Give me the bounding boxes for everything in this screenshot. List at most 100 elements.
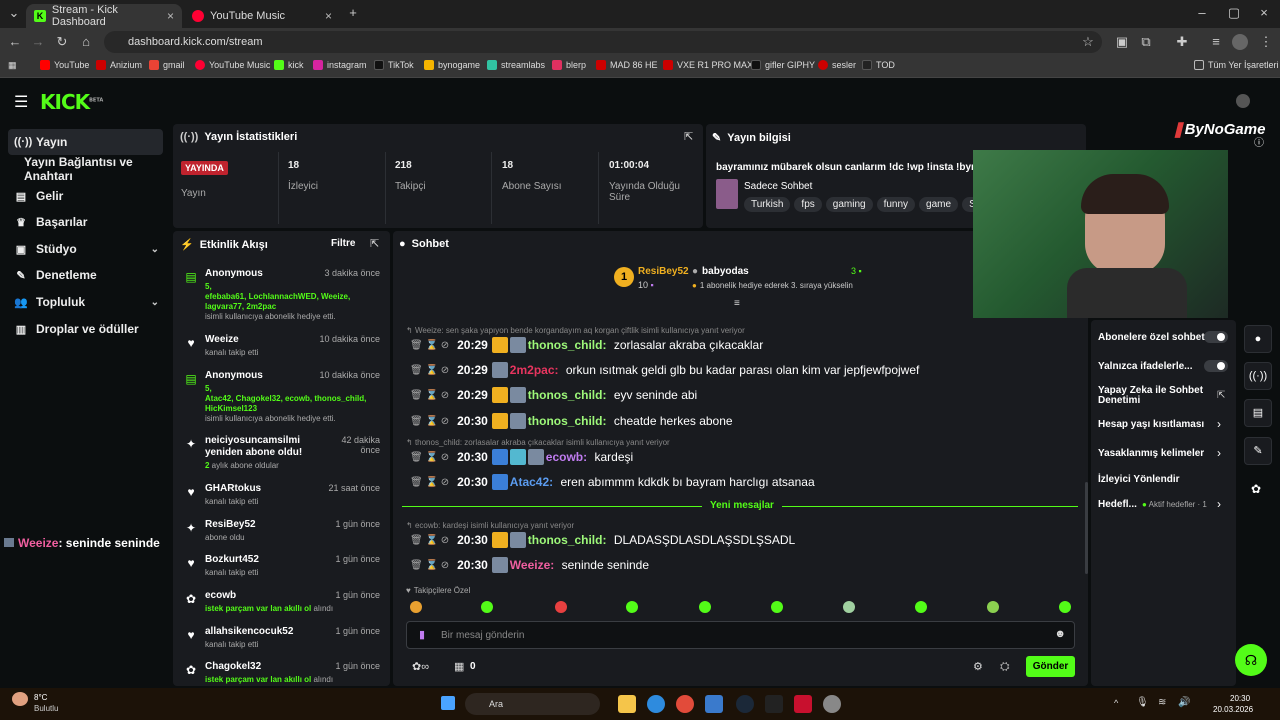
- clock-time[interactable]: 20:30: [1230, 694, 1250, 703]
- sidebar-item-topluluk[interactable]: 👥 Topluluk ⌄: [8, 289, 163, 315]
- bookmark-tiktok[interactable]: TikTok: [374, 60, 414, 70]
- bookmark-giphy[interactable]: gifler GIPHY: [751, 60, 815, 70]
- gift-user[interactable]: ● babyodas: [692, 266, 749, 277]
- emote-icon[interactable]: [555, 601, 567, 613]
- emote-icon[interactable]: [771, 601, 783, 613]
- hamburger-menu-icon[interactable]: ☰: [14, 92, 28, 112]
- sidebar-item-studyo[interactable]: ▣ Stüdyo ⌄: [8, 236, 163, 262]
- new-tab-icon[interactable]: +: [345, 5, 361, 21]
- close-tab-icon[interactable]: ×: [325, 9, 332, 23]
- app-icon[interactable]: [794, 695, 812, 713]
- tab-kick-dashboard[interactable]: K Stream - Kick Dashboard ×: [26, 4, 182, 28]
- url-input[interactable]: dashboard.kick.com/stream: [104, 31, 1102, 53]
- bookmark-sesler[interactable]: sesler: [818, 60, 856, 70]
- edge-icon[interactable]: [647, 695, 665, 713]
- sidebar-item-yayin[interactable]: ((·)) Yayın: [8, 129, 163, 155]
- bookmark-vxe[interactable]: VXE R1 PRO MAX: [663, 60, 753, 70]
- emoji-icon[interactable]: ☻: [1054, 628, 1066, 640]
- emote-icon[interactable]: [1059, 601, 1071, 613]
- bookmark-tod[interactable]: TOD: [862, 60, 895, 70]
- media-icon[interactable]: ≡: [1208, 34, 1224, 50]
- bookmark-youtube-music[interactable]: YouTube Music: [195, 60, 270, 70]
- taskbar-search[interactable]: Ara: [465, 693, 600, 715]
- popout-icon[interactable]: ⇱: [684, 130, 693, 143]
- profile-avatar[interactable]: [1232, 34, 1248, 50]
- goals-setting[interactable]: Hedefl...: [1098, 499, 1137, 510]
- filter-button[interactable]: Filtre: [331, 238, 355, 249]
- sidebar-item-gelir[interactable]: ▤ Gelir: [8, 183, 163, 209]
- steam-icon[interactable]: [736, 695, 754, 713]
- tray-chevron-icon[interactable]: ^: [1114, 698, 1118, 708]
- emote-icon[interactable]: [843, 601, 855, 613]
- subscriber-only-toggle[interactable]: [1204, 331, 1228, 343]
- weather-temp[interactable]: 8°C: [34, 693, 47, 702]
- emote-icon[interactable]: [410, 601, 422, 613]
- bookmark-star-icon[interactable]: ☆: [1080, 34, 1096, 50]
- chevron-right-icon[interactable]: ›: [1217, 446, 1221, 460]
- wrench-button[interactable]: ✎: [1244, 437, 1272, 465]
- emote-only-toggle[interactable]: [1204, 360, 1228, 372]
- send-button[interactable]: Gönder: [1026, 656, 1075, 677]
- bookmark-mad86[interactable]: MAD 86 HE: [596, 60, 658, 70]
- emote-icon[interactable]: [915, 601, 927, 613]
- clock-date[interactable]: 20.03.2026: [1213, 705, 1253, 714]
- tab-youtube-music[interactable]: YouTube Music ×: [184, 4, 340, 28]
- extension-icon[interactable]: ▣: [1114, 34, 1130, 50]
- bookmark-anizium[interactable]: Anizium: [96, 60, 142, 70]
- info-icon[interactable]: ⓘ: [1254, 134, 1264, 149]
- emote-icon[interactable]: [699, 601, 711, 613]
- bookmark-bynogame[interactable]: bynogame: [424, 60, 480, 70]
- chat-scrollbar[interactable]: [1085, 482, 1088, 574]
- reload-icon[interactable]: ↻: [54, 34, 70, 50]
- bookmark-youtube[interactable]: YouTube: [40, 60, 89, 70]
- mod-icon[interactable]: ⛭: [1000, 659, 1010, 674]
- ai-moderation-setting[interactable]: Yapay Zeka ile Sohbet Denetimi: [1098, 386, 1208, 406]
- account-age-setting[interactable]: Hesap yaşı kısıtlaması: [1098, 419, 1204, 430]
- kick-logo[interactable]: KICKBETA: [40, 90, 103, 114]
- store-icon[interactable]: ▦: [454, 660, 464, 673]
- chevron-right-icon[interactable]: ›: [1217, 497, 1221, 511]
- chevron-right-icon[interactable]: ›: [1217, 417, 1221, 431]
- forward-icon[interactable]: →: [30, 34, 46, 50]
- close-window-icon[interactable]: ×: [1256, 5, 1272, 21]
- popout-icon[interactable]: ⇱: [370, 237, 379, 250]
- file-explorer-icon[interactable]: [618, 695, 636, 713]
- sidebar-item-denetleme[interactable]: ✎ Denetleme: [8, 262, 163, 288]
- chrome-icon[interactable]: [676, 695, 694, 713]
- settings-gear-icon[interactable]: ⚙: [973, 660, 983, 673]
- chat-popout-button[interactable]: ●: [1244, 325, 1272, 353]
- all-bookmarks[interactable]: Tüm Yer İşaretleri: [1194, 60, 1279, 70]
- emote-icon[interactable]: [481, 601, 493, 613]
- menu-icon[interactable]: ⋮: [1258, 34, 1274, 50]
- back-icon[interactable]: ←: [7, 34, 23, 50]
- mic-icon[interactable]: ▮: [419, 628, 425, 641]
- bookmark-gmail[interactable]: gmail: [149, 60, 185, 70]
- bookmark-blerp[interactable]: blerp: [552, 60, 586, 70]
- raid-setting[interactable]: İzleyici Yönlendir: [1098, 474, 1180, 485]
- microphone-icon[interactable]: 🎙: [1136, 697, 1149, 708]
- sidebar-item-stream-key[interactable]: Yayın Bağlantısı ve Anahtarı: [18, 155, 170, 183]
- chat-input[interactable]: ▮ Bir mesaj gönderin ☻: [406, 621, 1075, 649]
- store-icon[interactable]: [705, 695, 723, 713]
- wifi-icon[interactable]: ≋: [1158, 697, 1166, 708]
- puzzle-icon[interactable]: ⧉: [1138, 34, 1154, 50]
- channel-points-icon[interactable]: ✿∞: [412, 660, 429, 673]
- banned-words-setting[interactable]: Yasaklanmış kelimeler: [1098, 448, 1204, 459]
- sidebar-item-droplar[interactable]: ▥ Droplar ve ödüller: [8, 316, 163, 342]
- home-icon[interactable]: ⌂: [78, 34, 94, 50]
- epic-games-icon[interactable]: [765, 695, 783, 713]
- expand-icon[interactable]: ≡: [734, 298, 740, 309]
- bookmark-instagram[interactable]: instagram: [313, 60, 367, 70]
- volume-icon[interactable]: 🔊: [1178, 697, 1190, 708]
- tab-search-icon[interactable]: ⌄: [6, 5, 22, 21]
- obs-icon[interactable]: [823, 695, 841, 713]
- windows-start-icon[interactable]: [441, 696, 455, 710]
- rewards-icon[interactable]: ✿: [1251, 482, 1261, 496]
- help-support-button[interactable]: ☊: [1235, 644, 1267, 676]
- clip-button[interactable]: ▤: [1244, 399, 1272, 427]
- user-avatar[interactable]: [1236, 94, 1250, 108]
- external-link-icon[interactable]: ⇱: [1217, 390, 1225, 401]
- emote-icon[interactable]: [626, 601, 638, 613]
- top-gifter-name[interactable]: ResiBey52: [638, 266, 689, 277]
- minimize-icon[interactable]: –: [1194, 5, 1210, 21]
